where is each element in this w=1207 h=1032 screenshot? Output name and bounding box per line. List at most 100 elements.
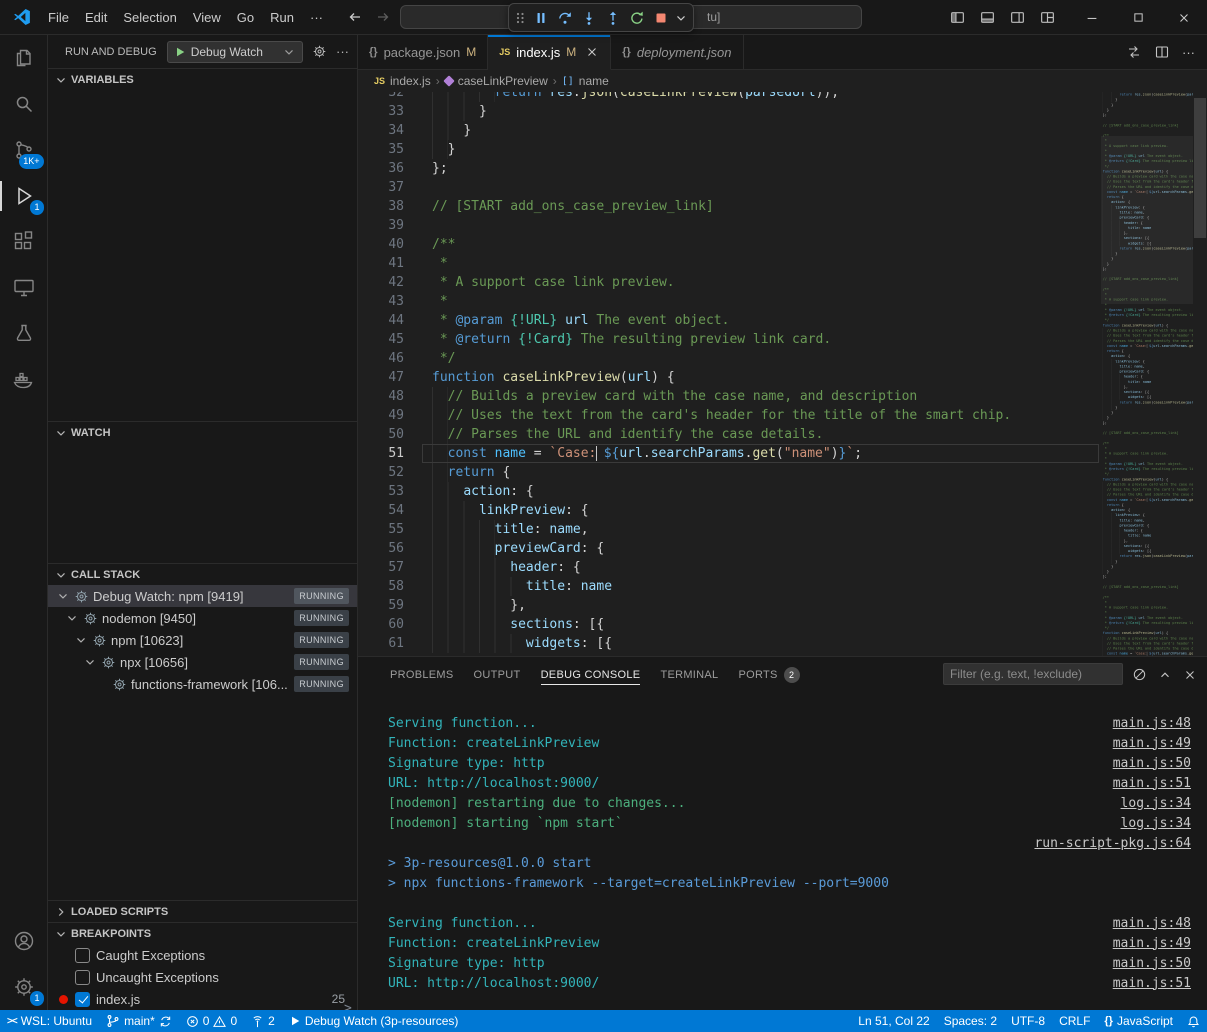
close-button[interactable] (1161, 0, 1207, 35)
close-tab-icon[interactable] (585, 45, 599, 59)
activity-remote-explorer[interactable] (0, 265, 48, 311)
line-number[interactable]: 46 (358, 349, 404, 368)
line-number[interactable]: 51 (358, 444, 404, 463)
callstack-session[interactable]: npm [10623]RUNNING (48, 629, 357, 651)
breadcrumb-caseLinkPreview[interactable]: caseLinkPreview (445, 74, 548, 88)
activity-search[interactable] (0, 81, 48, 127)
maximize-panel-icon[interactable] (1158, 668, 1172, 682)
line-number[interactable]: 41 (358, 254, 404, 273)
minimap-slider[interactable] (1101, 136, 1193, 304)
step-into-button[interactable] (578, 7, 600, 29)
customize-layout-icon[interactable] (1034, 6, 1060, 30)
line-number[interactable]: 38 (358, 197, 404, 216)
section-watch[interactable]: WATCH (48, 421, 357, 443)
breadcrumb-name[interactable]: []name (562, 74, 609, 88)
callstack-session[interactable]: npx [10656]RUNNING (48, 651, 357, 673)
breakpoint-checkbox[interactable] (75, 992, 90, 1007)
toggle-secondary-sidebar-icon[interactable] (1004, 6, 1030, 30)
line-number[interactable]: 43 (358, 292, 404, 311)
line-number[interactable]: 61 (358, 634, 404, 653)
open-changes-icon[interactable] (1126, 44, 1142, 60)
step-over-button[interactable] (554, 7, 576, 29)
stop-button[interactable] (650, 7, 672, 29)
callstack-session[interactable]: functions-framework [106...RUNNING (48, 673, 357, 695)
callstack-session[interactable]: nodemon [9450]RUNNING (48, 607, 357, 629)
editor-scrollbar[interactable] (1193, 92, 1207, 656)
line-number[interactable]: 33 (358, 102, 404, 121)
section-breakpoints[interactable]: BREAKPOINTS (48, 922, 357, 944)
console-source-link[interactable]: run-script-pkg.js:64 (1034, 836, 1191, 851)
console-source-link[interactable]: main.js:48 (1113, 716, 1191, 731)
debug-toolbar-drag-icon[interactable] (514, 10, 526, 26)
line-number[interactable]: 39 (358, 216, 404, 235)
status-encoding[interactable]: UTF-8 (1004, 1010, 1052, 1032)
activity-accounts[interactable] (0, 918, 48, 964)
breakpoint-checkbox[interactable] (75, 970, 90, 985)
line-number[interactable]: 44 (358, 311, 404, 330)
expand-session-icon[interactable] (83, 655, 97, 669)
debug-config-dropdown[interactable]: Debug Watch (167, 41, 303, 63)
line-number[interactable]: 45 (358, 330, 404, 349)
tab-index.js[interactable]: JSindex.jsM (488, 35, 611, 70)
menu-file[interactable]: File (40, 7, 77, 28)
restart-button[interactable] (626, 7, 648, 29)
close-panel-icon[interactable] (1183, 668, 1197, 682)
line-number[interactable]: 55 (358, 520, 404, 539)
line-number[interactable]: 53 (358, 482, 404, 501)
pause-button[interactable] (530, 7, 552, 29)
panel-tab-output[interactable]: OUTPUT (464, 657, 531, 692)
line-number[interactable]: 56 (358, 539, 404, 558)
menu-[interactable]: ··· (302, 7, 331, 28)
tab-deployment.json[interactable]: {}deployment.json (611, 35, 743, 69)
status-eol[interactable]: CRLF (1052, 1010, 1097, 1032)
menu-run[interactable]: Run (262, 7, 302, 28)
breakpoint-row[interactable]: index.js25 (48, 988, 357, 1010)
panel-tab-ports[interactable]: PORTS2 (728, 657, 809, 692)
line-number[interactable]: 32 (358, 92, 404, 102)
menu-edit[interactable]: Edit (77, 7, 115, 28)
console-source-link[interactable]: main.js:49 (1113, 936, 1191, 951)
editor-more-actions[interactable]: ··· (1182, 45, 1195, 60)
forward-icon[interactable] (375, 9, 391, 25)
console-source-link[interactable]: log.js:34 (1121, 796, 1191, 811)
expand-session-icon[interactable] (56, 589, 70, 603)
sidebar-more-actions[interactable]: ··· (336, 44, 349, 59)
console-source-link[interactable]: main.js:51 (1113, 976, 1191, 991)
tab-package.json[interactable]: {}package.jsonM (358, 35, 488, 69)
clear-console-icon[interactable] (1132, 667, 1147, 682)
status-indentation[interactable]: Spaces: 2 (937, 1010, 1004, 1032)
line-number[interactable]: 34 (358, 121, 404, 140)
minimize-button[interactable] (1069, 0, 1115, 35)
status-branch[interactable]: main* (99, 1010, 179, 1032)
panel-tab-debug-console[interactable]: DEBUG CONSOLE (531, 657, 651, 692)
panel-tab-problems[interactable]: PROBLEMS (380, 657, 464, 692)
activity-extensions[interactable] (0, 219, 48, 265)
line-number[interactable]: 42 (358, 273, 404, 292)
status-language[interactable]: {}JavaScript (1097, 1010, 1180, 1032)
menu-view[interactable]: View (185, 7, 229, 28)
minimap[interactable]: 32 return res.json(caseLinkPreview(parse… (1101, 92, 1193, 656)
toggle-sidebar-icon[interactable] (944, 6, 970, 30)
console-source-link[interactable]: main.js:49 (1113, 736, 1191, 751)
section-variables[interactable]: VARIABLES (48, 68, 357, 90)
menu-go[interactable]: Go (229, 7, 262, 28)
line-number[interactable]: 57 (358, 558, 404, 577)
status-problems[interactable]: 00 (179, 1010, 244, 1032)
status-remote[interactable]: ><WSL: Ubuntu (0, 1010, 99, 1032)
debug-session-picker-icon[interactable] (674, 11, 688, 25)
activity-explorer[interactable] (0, 35, 48, 81)
line-number[interactable]: 49 (358, 406, 404, 425)
section-loaded-scripts[interactable]: LOADED SCRIPTS (48, 900, 357, 922)
expand-session-icon[interactable] (65, 611, 79, 625)
activity-testing[interactable] (0, 311, 48, 357)
start-debugging-icon[interactable] (174, 46, 186, 58)
configure-launch-icon[interactable] (312, 44, 327, 59)
console-source-link[interactable]: main.js:50 (1113, 756, 1191, 771)
breakpoint-row[interactable]: Caught Exceptions (48, 944, 357, 966)
console-source-link[interactable]: log.js:34 (1121, 816, 1191, 831)
breakpoint-row[interactable]: Uncaught Exceptions (48, 966, 357, 988)
step-out-button[interactable] (602, 7, 624, 29)
section-call-stack[interactable]: CALL STACK (48, 563, 357, 585)
panel-tab-terminal[interactable]: TERMINAL (650, 657, 728, 692)
code-editor[interactable]: 32 return res.json(caseLinkPreview(parse… (358, 92, 1207, 656)
